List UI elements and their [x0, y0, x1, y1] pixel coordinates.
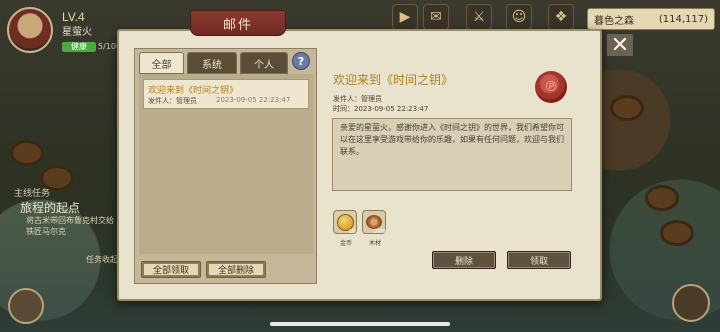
quest-description: 将古米带回布鲁克村交给铁匠马尔克 [26, 216, 114, 236]
mail-item-subject: 欢迎来到《时间之钥》 [148, 86, 239, 96]
wood-log-icon [366, 215, 382, 229]
mail-item-time: 2023-09-05 22:23:47 [216, 96, 291, 104]
home-indicator [270, 322, 450, 326]
stamina-badge: 健康 [62, 42, 96, 52]
crossed-swords-icon[interactable]: ⚔ [466, 4, 492, 30]
player-name: 星萤火 [62, 27, 92, 38]
scroll-icon[interactable]: ✉ [423, 4, 449, 30]
wax-seal-icon: ℗ [535, 71, 567, 103]
claim-all-button[interactable]: 全部领取 [141, 261, 201, 278]
close-button[interactable]: ✕ [606, 33, 634, 58]
tab-personal[interactable]: 个人 [240, 52, 288, 74]
reward-label-wood: 木材 [369, 240, 382, 247]
mail-sender: 发件人：管理员 [333, 95, 382, 103]
play-icon[interactable]: ▶ [392, 4, 418, 30]
location-name: 暮色之森 [594, 15, 634, 27]
claim-button[interactable]: 领取 [507, 251, 571, 269]
quest-title[interactable]: 旅程的起点 [20, 199, 80, 216]
mail-item-sender: 发件人：管理员 [148, 97, 197, 105]
player-level: LV.4 [62, 10, 85, 24]
delete-all-button[interactable]: 全部删除 [206, 261, 266, 278]
mail-list-item[interactable]: 欢迎来到《时间之钥》 发件人：管理员 2023-09-05 22:23:47 [143, 79, 309, 109]
reward-label-gold: 金币 [340, 240, 353, 247]
tree-icon [660, 220, 694, 246]
mail-title: 欢迎来到《时间之钥》 [333, 73, 454, 87]
book-icon[interactable]: ❖ [548, 4, 574, 30]
quest-collapse-link[interactable]: 任务收起 [86, 254, 118, 265]
gold-coin-icon [336, 213, 354, 231]
reward-count-wood: 1000 [373, 229, 386, 235]
location-coords: (114,117) [658, 13, 708, 25]
mail-body: 亲爱的星萤火，感谢你进入《时间之钥》的世界，我们希望你可以在这里享受游戏带给你的… [340, 123, 564, 156]
character-portrait-button[interactable] [8, 288, 44, 324]
tab-all[interactable]: 全部 [139, 52, 184, 74]
location-panel[interactable]: 暮色之森 (114,117) [587, 8, 715, 30]
reward-count-gold: 10 [349, 229, 356, 235]
delete-button[interactable]: 删除 [432, 251, 496, 269]
tree-icon [10, 140, 44, 166]
tree-icon [610, 95, 644, 121]
tree-icon [645, 185, 679, 211]
dialog-title: 邮件 [190, 10, 286, 36]
quest-section-label: 主线任务 [14, 189, 51, 199]
help-icon[interactable]: ? [292, 52, 310, 70]
tab-system[interactable]: 系统 [187, 52, 237, 74]
player-avatar[interactable] [7, 7, 53, 53]
building-icon[interactable] [672, 284, 710, 322]
mail-time: 时间：2023-09-05 22:23:47 [333, 105, 429, 113]
character-icon[interactable]: ☺ [506, 4, 532, 30]
